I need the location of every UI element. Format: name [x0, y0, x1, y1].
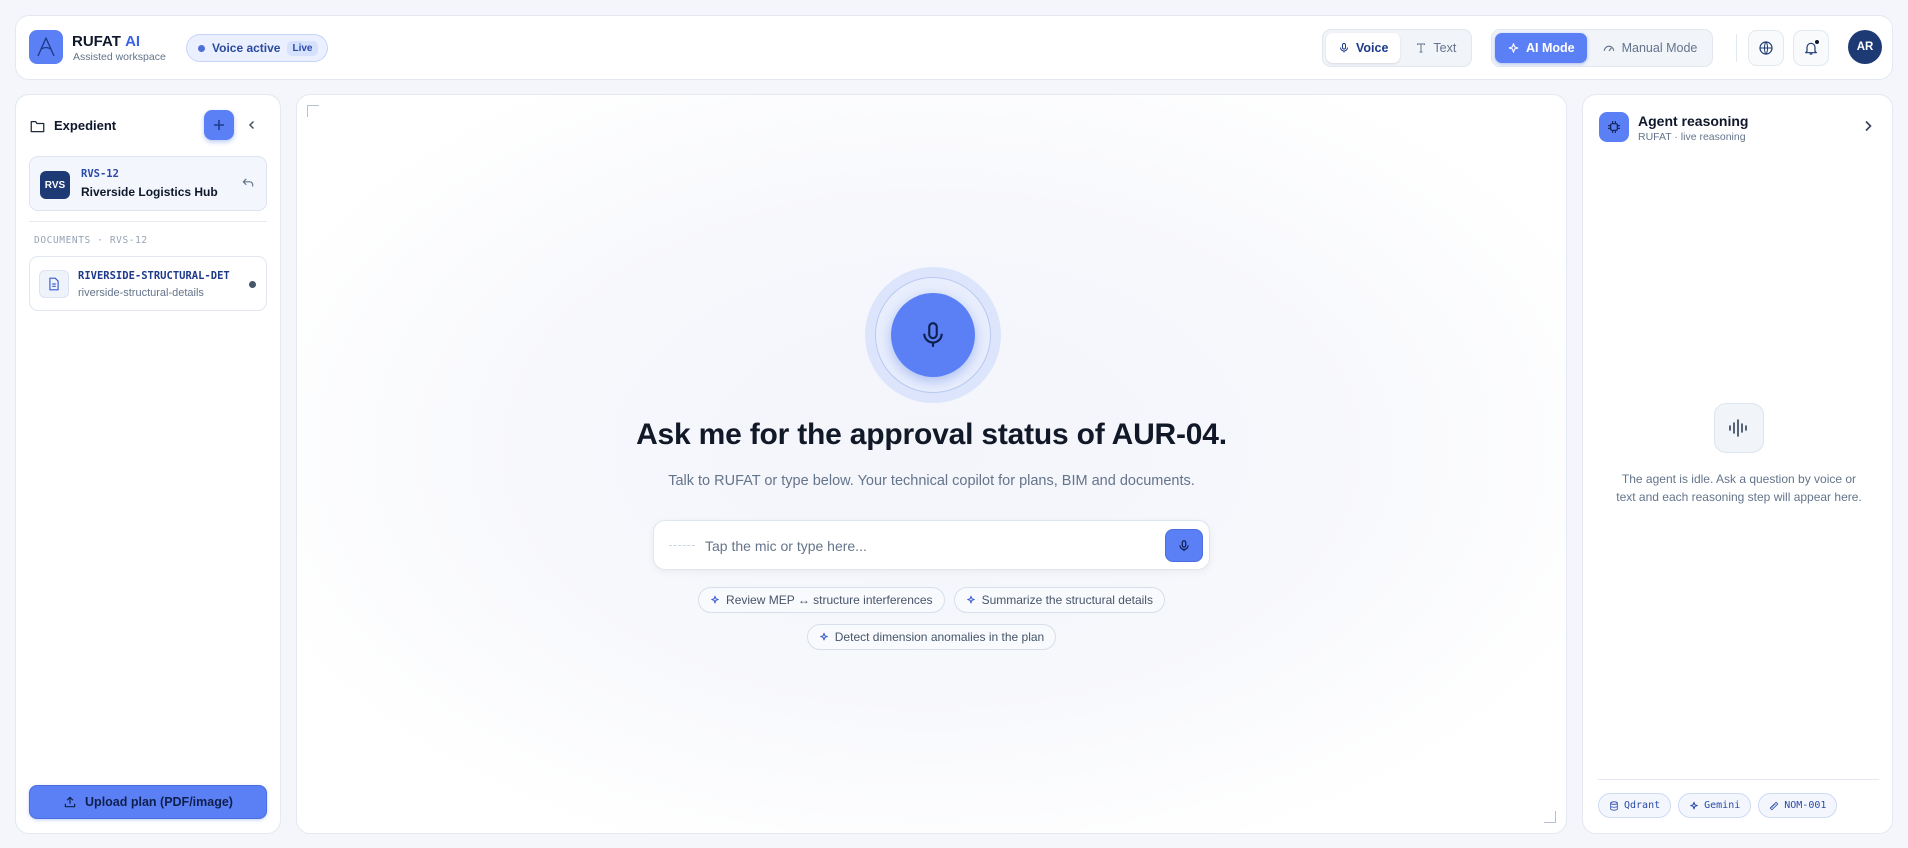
chevron-left-icon: [248, 120, 255, 130]
switch-project-icon[interactable]: [241, 176, 255, 190]
notifications-button[interactable]: [1793, 30, 1829, 66]
voice-mode-button[interactable]: Voice: [1326, 33, 1401, 63]
upload-plan-label: Upload plan (PDF/image): [85, 795, 233, 809]
gauge-icon: [1603, 45, 1614, 52]
user-avatar[interactable]: AR: [1848, 30, 1882, 64]
brand-suffix: AI: [125, 33, 141, 50]
text-mode-button[interactable]: Text: [1403, 33, 1468, 63]
document-file: riverside-structural-details: [78, 287, 204, 299]
operating-mode-toggle: AI Mode Manual Mode: [1491, 29, 1714, 67]
brand-text: RUFAT: [72, 33, 121, 50]
document-status-dot: [249, 281, 256, 288]
project-code: RVS-12: [81, 168, 119, 180]
agent-reasoning-panel: Agent reasoning RUFAT · live reasoning T…: [1582, 94, 1893, 834]
mic-icon: [1340, 43, 1348, 53]
project-name: Riverside Logistics Hub: [81, 185, 218, 199]
add-button[interactable]: [204, 110, 234, 140]
live-badge: Live: [287, 40, 318, 56]
collapse-sidebar-button[interactable]: [244, 117, 260, 133]
suggestion-label: Review MEP ↔ structure interferences: [726, 593, 933, 607]
idle-message: The agent is idle. Ask a question by voi…: [1616, 472, 1862, 504]
file-text-icon: [49, 277, 59, 291]
plus-icon: [214, 120, 224, 130]
database-icon: [1610, 800, 1618, 811]
project-card[interactable]: RVS RVS-12 Riverside Logistics Hub: [29, 156, 267, 211]
voice-status-pill: Voice active Live: [186, 34, 328, 62]
prompt-input[interactable]: [705, 534, 1145, 558]
waveform-placeholder-icon: [669, 545, 695, 546]
tag-label: Gemini: [1704, 800, 1741, 811]
manual-mode-label: Manual Mode: [1621, 41, 1698, 55]
idle-indicator: [1714, 403, 1764, 453]
main-mic-button[interactable]: [865, 267, 1001, 403]
sparkle-icon: [966, 595, 975, 604]
conversation-canvas: Ask me for the approval status of AUR-04…: [296, 94, 1567, 834]
sparkle-icon: [711, 595, 719, 604]
document-icon-box: [39, 270, 69, 298]
tag-label: Qdrant: [1624, 800, 1661, 811]
headline: Ask me for the approval status of AUR-04…: [636, 418, 1227, 451]
top-bar: RUFAT AI Assisted workspace Voice active…: [15, 15, 1893, 80]
integration-tags: Qdrant Gemini NOM-001: [1598, 793, 1838, 818]
tag-label: NOM-001: [1784, 800, 1827, 811]
prompt-bar: [653, 520, 1210, 570]
sparkle-icon: [819, 632, 828, 641]
notification-dot: [1814, 39, 1820, 45]
corner-marker-bottom-right: [1544, 811, 1556, 823]
reasoning-title: Agent reasoning: [1638, 113, 1749, 129]
ruler-icon: [1770, 801, 1779, 810]
folder-icon: [30, 121, 45, 133]
expedient-sidebar: Expedient RVS RVS-12 Riverside Logistics…: [15, 94, 281, 834]
suggestion-label: Summarize the structural details: [981, 593, 1153, 607]
ai-mode-label: AI Mode: [1526, 41, 1575, 55]
document-name: RIVERSIDE-STRUCTURAL-DET: [78, 270, 230, 282]
manual-mode-button[interactable]: Manual Mode: [1590, 33, 1710, 63]
text-mode-label: Text: [1433, 41, 1457, 55]
toolbar-divider: [1736, 34, 1737, 62]
mic-core: [891, 293, 975, 377]
project-badge: RVS: [40, 171, 70, 199]
suggestion-chip[interactable]: Detect dimension anomalies in the plan: [806, 624, 1057, 650]
tag-qdrant: Qdrant: [1598, 793, 1672, 818]
sidebar-divider: [29, 221, 267, 222]
sidebar-title: Expedient: [54, 118, 117, 133]
documents-section-label: DOCUMENTS · RVS-12: [34, 235, 148, 246]
logo-a-icon: [37, 37, 55, 57]
sparkle-icon: [1508, 42, 1519, 53]
chevron-right-icon[interactable]: [1863, 120, 1873, 132]
language-button[interactable]: [1748, 30, 1784, 66]
prompt-mic-button[interactable]: [1165, 529, 1203, 562]
globe-icon: [1759, 41, 1773, 55]
reasoning-divider: [1598, 779, 1879, 780]
suggestions-row-2: Detect dimension anomalies in the plan: [297, 624, 1566, 650]
mic-icon: [1179, 539, 1189, 551]
brand-subtitle: Assisted workspace: [73, 51, 166, 63]
cpu-icon: [1608, 121, 1620, 133]
waveform-icon: [1729, 419, 1747, 437]
voice-status-label: Voice active: [212, 41, 281, 55]
text-icon: [1417, 43, 1426, 53]
app-logo[interactable]: [29, 30, 63, 64]
suggestion-chip[interactable]: Summarize the structural details: [953, 587, 1165, 613]
brand-name: RUFAT AI: [72, 33, 140, 50]
upload-icon: [64, 796, 76, 808]
ai-mode-button[interactable]: AI Mode: [1495, 33, 1587, 63]
reasoning-subtitle: RUFAT · live reasoning: [1638, 131, 1746, 143]
subheadline: Talk to RUFAT or type below. Your techni…: [668, 473, 1195, 489]
input-mode-toggle: Voice Text: [1322, 29, 1473, 67]
status-dot-icon: [198, 44, 205, 52]
reasoning-icon-box: [1599, 112, 1629, 142]
corner-marker-top-left: [307, 105, 319, 117]
voice-mode-label: Voice: [1356, 41, 1389, 55]
suggestion-chip[interactable]: Review MEP ↔ structure interferences: [698, 587, 945, 613]
microphone-icon: [923, 322, 943, 347]
tag-gemini: Gemini: [1678, 793, 1752, 818]
document-item[interactable]: RIVERSIDE-STRUCTURAL-DET riverside-struc…: [29, 256, 267, 311]
upload-plan-button[interactable]: Upload plan (PDF/image): [29, 785, 267, 819]
sparkle-icon: [1690, 801, 1698, 809]
mic-ring: [875, 277, 991, 393]
suggestion-label: Detect dimension anomalies in the plan: [834, 630, 1045, 644]
suggestions-row-1: Review MEP ↔ structure interferences Sum…: [297, 587, 1566, 613]
tag-nom: NOM-001: [1758, 793, 1838, 818]
